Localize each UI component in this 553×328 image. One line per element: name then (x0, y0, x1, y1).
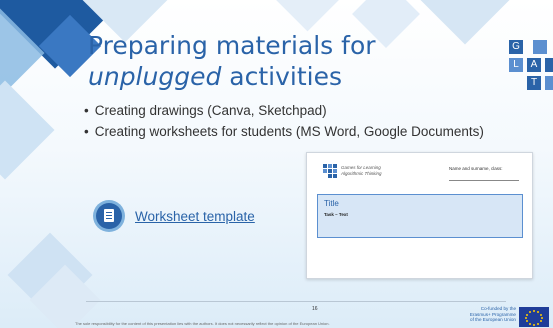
decorative-diamond (0, 80, 55, 180)
bullet-item: Creating drawings (Canva, Sketchpad) (84, 100, 484, 121)
bullet-list: Creating drawings (Canva, Sketchpad) Cre… (84, 100, 484, 142)
logo-text-line1: Games for Learning (341, 165, 381, 170)
bullet-item: Creating worksheets for students (MS Wor… (84, 121, 484, 142)
name-label: Name and surname, class: (449, 166, 503, 171)
logo-text-line2: Algorithmic Thinking (341, 170, 382, 176)
title-emphasis: unplugged (88, 62, 222, 91)
cofunded-text: Co-funded by the Erasmus+ Programme of t… (458, 306, 516, 323)
worksheet-template-link[interactable]: Worksheet template (135, 209, 255, 224)
task-label: Task – Text (324, 212, 348, 217)
decorative-diamond (268, 0, 347, 32)
presentation-slide: Preparing materials for unplugged activi… (0, 0, 553, 328)
logo-block (545, 58, 553, 72)
page-number: 16 (312, 306, 318, 312)
slide-title-line2: unplugged activities (88, 61, 376, 92)
cofunded-line3: of the European Union (470, 317, 516, 323)
logo-block (533, 40, 547, 54)
logo-block (545, 76, 553, 90)
eu-flag-icon (519, 307, 549, 327)
task-box: Title Task – Text (317, 194, 523, 238)
footer-divider (86, 301, 506, 302)
title-rest: activities (221, 62, 342, 91)
logo-letter-a: A (527, 58, 541, 72)
logo-letter-g: G (509, 40, 523, 54)
worksheet-logo-text: Games for Learning Algorithmic Thinking (341, 165, 382, 176)
name-underline (449, 180, 519, 181)
logo-letter-t: T (527, 76, 541, 90)
task-box-title: Title (324, 199, 339, 208)
slide-title: Preparing materials for unplugged activi… (88, 30, 376, 92)
document-icon[interactable] (96, 203, 122, 229)
footer-disclaimer: The sole responsibility for the content … (75, 321, 330, 326)
slide-title-line1: Preparing materials for (88, 31, 376, 60)
worksheet-preview: Games for Learning Algorithmic Thinking … (306, 152, 533, 279)
decorative-diamond (415, 0, 515, 45)
logo-letter-l: L (509, 58, 523, 72)
